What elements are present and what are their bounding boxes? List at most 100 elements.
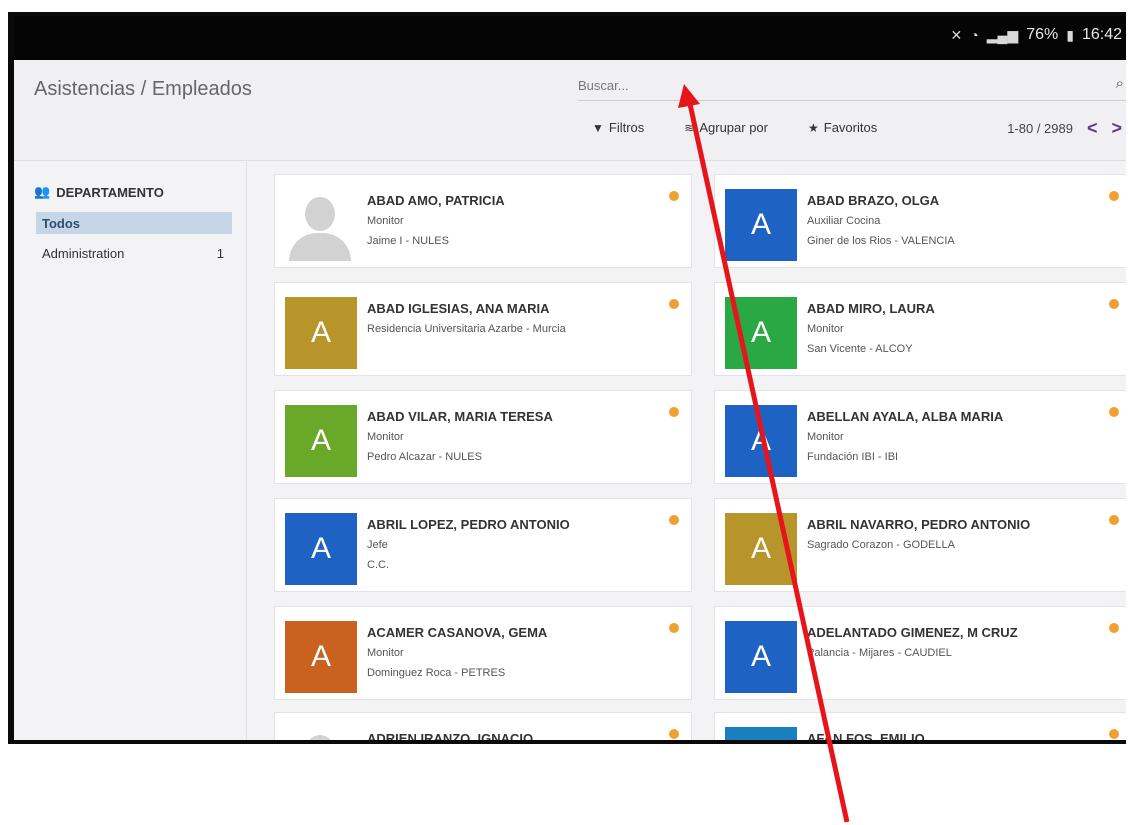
chevron-right-icon[interactable]: > (1111, 118, 1122, 139)
employee-name: ABELLAN AYALA, ALBA MARIA (807, 409, 1004, 424)
breadcrumb[interactable]: Asistencias / Empleados (34, 78, 252, 101)
employee-card[interactable]: A ABAD IGLESIAS, ANA MARIA Residencia Un… (274, 282, 692, 376)
pager-range[interactable]: 1-80 / 2989 (1007, 121, 1073, 136)
control-panel: Asistencias / Empleados ⌕ ▼ Filtros ≋ Ag… (14, 60, 1126, 161)
employee-card[interactable]: A ABRIL LOPEZ, PEDRO ANTONIO Jefe C.C. (274, 498, 692, 592)
employee-card[interactable]: ABAD AMO, PATRICIA Monitor Jaime I - NUL… (274, 174, 692, 268)
layers-icon: ≋ (684, 120, 695, 135)
employee-location: Sagrado Corazon - GODELLA (807, 539, 955, 551)
employee-card[interactable]: A AFAN FOS, EMILIO (714, 712, 1126, 740)
avatar (285, 727, 357, 740)
employee-job: Auxiliar Cocina (807, 215, 881, 227)
status-dot (1109, 191, 1119, 201)
employee-name: ADRIEN IRANZO, IGNACIO (367, 731, 534, 740)
employee-name: ACAMER CASANOVA, GEMA (367, 625, 548, 640)
employee-location: Pedro Alcazar - NULES (367, 451, 482, 463)
sidebar-title-label: DEPARTAMENTO (56, 184, 164, 200)
avatar: A (725, 297, 797, 369)
sidebar-item-label: Administration (42, 245, 125, 261)
employee-name: ADELANTADO GIMENEZ, M CRUZ (807, 625, 1018, 640)
favorites-button[interactable]: ★ Favoritos (808, 120, 877, 135)
device-frame: ✕ ◔ ▂▄▆ 76% ▮ 16:42 Asistencias / Emplea… (8, 12, 1126, 744)
status-dot (669, 515, 679, 525)
employee-card[interactable]: A ADELANTADO GIMENEZ, M CRUZ Palancia - … (714, 606, 1126, 700)
group-by-button[interactable]: ≋ Agrupar por (684, 120, 768, 135)
sidebar-item-todos[interactable]: Todos (36, 212, 232, 234)
employee-job: Monitor (367, 647, 404, 659)
employee-name: ABAD IGLESIAS, ANA MARIA (367, 301, 550, 316)
employee-card[interactable]: A ABELLAN AYALA, ALBA MARIA Monitor Fund… (714, 390, 1126, 484)
sidebar-item-count: 1 (216, 245, 224, 261)
status-bar: ✕ ◔ ▂▄▆ 76% ▮ 16:42 (14, 16, 1126, 60)
employee-name: ABAD MIRO, LAURA (807, 301, 935, 316)
sidebar-item-label: Todos (42, 215, 81, 231)
employee-job: Jefe (367, 539, 388, 551)
status-dot (669, 191, 679, 201)
employee-card[interactable]: A ABAD VILAR, MARIA TERESA Monitor Pedro… (274, 390, 692, 484)
employee-location: Dominguez Roca - PETRES (367, 667, 506, 679)
employee-name: ABAD BRAZO, OLGA (807, 193, 940, 208)
employee-location: Fundación IBI - IBI (807, 451, 899, 463)
star-icon: ★ (808, 120, 819, 135)
filter-icon: ▼ (592, 120, 604, 135)
avatar: A (725, 405, 797, 477)
employee-job: Monitor (807, 323, 844, 335)
employee-location: Giner de los Rios - VALENCIA (807, 235, 955, 247)
wifi-icon: ◔ (970, 27, 979, 43)
person-silhouette-body (289, 233, 351, 261)
search-input[interactable] (578, 72, 1078, 98)
sidebar-title: 👥 DEPARTAMENTO (34, 184, 164, 200)
group-by-label: Agrupar por (699, 120, 768, 135)
employee-location: San Vicente - ALCOY (807, 343, 913, 355)
sidebar: 👥 DEPARTAMENTO Todos Administration 1 (14, 162, 247, 740)
kanban-view: ABAD AMO, PATRICIA Monitor Jaime I - NUL… (258, 162, 1126, 740)
status-dot (1109, 299, 1119, 309)
employee-name: AFAN FOS, EMILIO (807, 731, 925, 740)
search-icon[interactable]: ⌕ (1116, 75, 1124, 92)
status-dot (669, 623, 679, 633)
avatar: A (725, 189, 797, 261)
mute-icon: ✕ (950, 26, 963, 43)
employee-job: Monitor (367, 431, 404, 443)
employee-location: Residencia Universitaria Azarbe - Murcia (367, 323, 566, 335)
employee-name: ABRIL NAVARRO, PEDRO ANTONIO (807, 517, 1031, 532)
search-options: ▼ Filtros ≋ Agrupar por ★ Favoritos (592, 120, 877, 135)
status-dot (1109, 729, 1119, 739)
battery-level: 76% (1026, 26, 1059, 43)
pager: 1-80 / 2989 < > (1007, 118, 1122, 139)
employee-name: ABAD VILAR, MARIA TERESA (367, 409, 553, 424)
status-dot (1109, 515, 1119, 525)
employee-location: C.C. (367, 559, 389, 571)
search-box: ⌕ (578, 72, 1126, 101)
avatar (285, 189, 357, 261)
status-dot (669, 299, 679, 309)
person-silhouette-icon (305, 735, 335, 740)
avatar: A (725, 621, 797, 693)
favorites-label: Favoritos (823, 120, 878, 135)
battery-icon: ▮ (1066, 26, 1074, 43)
avatar: A (725, 513, 797, 585)
avatar: A (285, 621, 357, 693)
employee-card[interactable]: A ABAD BRAZO, OLGA Auxiliar Cocina Giner… (714, 174, 1126, 268)
employee-card[interactable]: A ACAMER CASANOVA, GEMA Monitor Domingue… (274, 606, 692, 700)
employee-job: Monitor (367, 215, 404, 227)
employee-card[interactable]: A ABRIL NAVARRO, PEDRO ANTONIO Sagrado C… (714, 498, 1126, 592)
clock: 16:42 (1081, 26, 1122, 43)
users-icon: 👥 (34, 184, 51, 199)
employee-location: Jaime I - NULES (367, 235, 449, 247)
status-dot (1109, 623, 1119, 633)
sidebar-item-administration[interactable]: Administration 1 (36, 242, 232, 264)
filters-button[interactable]: ▼ Filtros (592, 120, 644, 135)
employee-name: ABAD AMO, PATRICIA (367, 193, 505, 208)
employee-card[interactable]: ADRIEN IRANZO, IGNACIO (274, 712, 692, 740)
status-dot (669, 729, 679, 739)
employee-card[interactable]: A ABAD MIRO, LAURA Monitor San Vicente -… (714, 282, 1126, 376)
filters-label: Filtros (608, 120, 645, 135)
avatar: A (285, 297, 357, 369)
chevron-left-icon[interactable]: < (1087, 118, 1098, 139)
avatar: A (285, 513, 357, 585)
employee-job: Monitor (807, 431, 844, 443)
avatar: A (725, 727, 797, 740)
avatar: A (285, 405, 357, 477)
person-silhouette-icon (305, 197, 335, 231)
